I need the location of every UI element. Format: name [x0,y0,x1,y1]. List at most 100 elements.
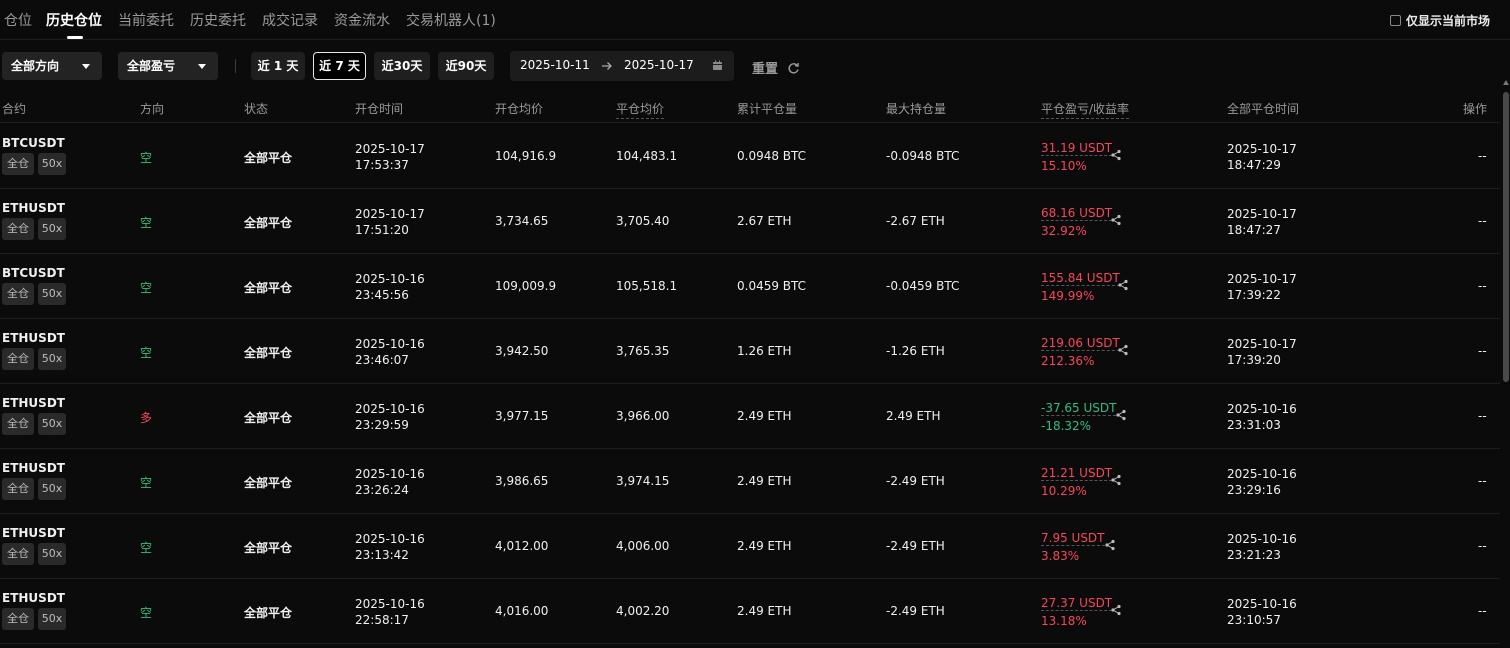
close-avg-price: 3,966.00 [616,409,670,423]
col-close-avg[interactable]: 平仓均价 [616,100,665,119]
reset-button[interactable]: 重置 [752,58,800,77]
range-30d-button[interactable]: 近30天 [374,52,430,80]
max-hold-qty: -0.0948 BTC [886,149,960,163]
margin-mode-badge: 全仓 [2,283,34,305]
tab-position-history[interactable]: 历史仓位 [46,10,102,30]
close-date: 2025-10-16 [1227,597,1297,611]
pnl-cell: 31.19 USDT 15.10% [1041,139,1113,175]
date-from[interactable]: 2025-10-11 [520,58,590,72]
roi-value: 15.10% [1041,159,1087,173]
refresh-icon [788,62,799,74]
pnl-select-value: 全部盈亏 [127,59,176,73]
direction-value: 空 [140,476,153,490]
pnl-amount[interactable]: 27.37 USDT [1041,596,1113,611]
close-clock: 18:47:27 [1227,223,1281,237]
share-icon[interactable] [1104,539,1116,551]
share-icon[interactable] [1110,214,1122,226]
cum-close-qty: 2.49 ETH [737,604,792,618]
table-row: ETHUSDT 全仓 50x 空 全部平仓 2025-10-16 22:58:1… [0,579,1500,644]
leverage-badge: 50x [38,348,66,370]
share-icon[interactable] [1110,604,1122,616]
tab-trade-history[interactable]: 成交记录 [262,10,318,30]
direction-select[interactable]: 全部方向 [2,52,102,80]
share-icon[interactable] [1117,344,1129,356]
caret-down-icon [82,64,90,69]
calendar-icon[interactable] [712,60,723,71]
close-avg-price: 4,006.00 [616,539,670,553]
checkbox-icon[interactable] [1389,15,1401,26]
open-date: 2025-10-16 [355,272,425,286]
margin-mode-badge: 全仓 [2,218,34,240]
tab-funding-flow[interactable]: 资金流水 [334,10,390,30]
pnl-amount[interactable]: -37.65 USDT [1041,401,1117,416]
roi-value: 32.92% [1041,224,1087,238]
open-clock: 23:46:07 [355,353,409,367]
open-date: 2025-10-17 [355,142,425,156]
pnl-cell: -37.65 USDT -18.32% [1041,399,1117,435]
tab-order-history[interactable]: 历史委托 [190,10,246,30]
pnl-cell: 7.95 USDT 3.83% [1041,529,1105,565]
share-icon[interactable] [1117,279,1129,291]
action-value: -- [1478,214,1487,228]
open-avg-price: 104,916.9 [495,149,557,163]
table-row: ETHUSDT 全仓 50x 空 全部平仓 2025-10-16 23:26:2… [0,449,1500,514]
status-value: 全部平仓 [244,541,293,555]
date-range-picker[interactable]: 2025-10-11 2025-10-17 [510,51,734,81]
status-value: 全部平仓 [244,346,293,360]
status-value: 全部平仓 [244,281,293,295]
tab-positions[interactable]: 仓位 [4,10,32,30]
col-close-time: 全部平仓时间 [1227,102,1300,116]
share-icon[interactable] [1110,474,1122,486]
contract-symbol[interactable]: ETHUSDT [2,396,65,410]
date-to[interactable]: 2025-10-17 [624,58,694,72]
open-date: 2025-10-16 [355,532,425,546]
pnl-amount[interactable]: 68.16 USDT [1041,206,1113,221]
cum-close-qty: 1.26 ETH [737,344,792,358]
pnl-amount[interactable]: 21.21 USDT [1041,466,1113,481]
close-clock: 18:47:29 [1227,158,1281,172]
table-row: ETHUSDT 全仓 50x 空 全部平仓 2025-10-16 23:13:4… [0,514,1500,579]
col-pnl[interactable]: 平仓盈亏/收益率 [1041,100,1130,119]
cum-close-qty: 2.49 ETH [737,474,792,488]
contract-symbol[interactable]: ETHUSDT [2,331,65,345]
contract-symbol[interactable]: ETHUSDT [2,526,65,540]
pnl-select[interactable]: 全部盈亏 [118,52,218,80]
range-7d-button[interactable]: 近 7 天 [313,52,366,80]
pnl-amount[interactable]: 7.95 USDT [1041,531,1105,546]
open-date: 2025-10-16 [355,337,425,351]
open-avg-price: 109,009.9 [495,279,557,293]
pnl-amount[interactable]: 31.19 USDT [1041,141,1113,156]
close-time: 2025-10-17 17:39:20 [1227,336,1297,368]
leverage-badge: 50x [38,543,66,565]
filter-bar: 全部方向 全部盈亏 近 1 天 近 7 天 近30天 近90天 2025-10-… [0,51,1510,81]
pnl-amount[interactable]: 155.84 USDT [1041,271,1120,286]
leverage-badge: 50x [38,283,66,305]
scrollbar[interactable] [1503,92,1509,382]
contract-symbol[interactable]: ETHUSDT [2,591,65,605]
contract-symbol[interactable]: BTCUSDT [2,266,65,280]
pnl-amount[interactable]: 219.06 USDT [1041,336,1120,351]
open-date: 2025-10-16 [355,597,425,611]
pnl-cell: 21.21 USDT 10.29% [1041,464,1113,500]
margin-mode-badge: 全仓 [2,153,34,175]
share-icon[interactable] [1110,149,1122,161]
close-time: 2025-10-16 23:10:57 [1227,596,1297,628]
only-current-market-label: 仅显示当前市场 [1405,14,1490,28]
contract-symbol[interactable]: ETHUSDT [2,461,65,475]
share-icon[interactable] [1115,409,1127,421]
max-hold-qty: -2.49 ETH [886,474,945,488]
col-action: 操作 [1463,102,1488,116]
open-clock: 23:29:59 [355,418,409,432]
only-current-market-toggle[interactable]: 仅显示当前市场 [1389,12,1490,29]
cum-close-qty: 2.49 ETH [737,539,792,553]
roi-value: 3.83% [1041,549,1080,563]
tab-open-orders[interactable]: 当前委托 [118,10,174,30]
tab-trading-bots[interactable]: 交易机器人(1) [406,10,496,30]
contract-symbol[interactable]: ETHUSDT [2,201,65,215]
contract-symbol[interactable]: BTCUSDT [2,136,65,150]
range-90d-button[interactable]: 近90天 [438,52,494,80]
open-clock: 23:26:24 [355,483,409,497]
scroll-up-icon[interactable] [1503,80,1509,85]
open-date: 2025-10-17 [355,207,425,221]
range-1d-button[interactable]: 近 1 天 [251,52,305,80]
